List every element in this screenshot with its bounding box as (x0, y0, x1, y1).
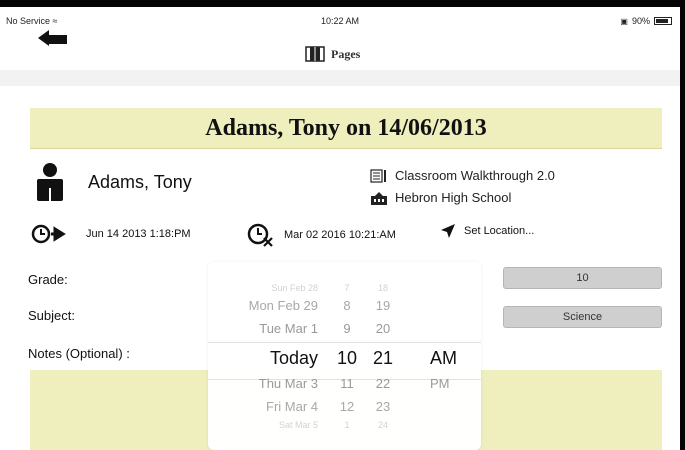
back-button[interactable] (35, 27, 71, 49)
screen-lock-icon: ▣ (620, 16, 628, 26)
start-time-row[interactable]: Jun 14 2013 1:18:PM (30, 223, 191, 245)
end-clock-icon (247, 223, 273, 247)
banner-title: Adams, Tony on 14/06/2013 (205, 114, 487, 141)
picker-date-option[interactable]: Mon Feb 29 (208, 298, 318, 313)
picker-minute-option[interactable]: 20 (368, 321, 398, 336)
picker-minute-option[interactable]: 19 (368, 298, 398, 313)
picker-hour-option[interactable]: 12 (332, 399, 362, 414)
observation-banner: Adams, Tony on 14/06/2013 (30, 108, 662, 149)
battery-icon (654, 17, 672, 25)
picker-hour-option[interactable]: 7 (332, 283, 362, 293)
set-location-button[interactable]: Set Location... (440, 223, 534, 239)
picker-date-option[interactable]: Tue Mar 1 (208, 321, 318, 336)
picker-date-option[interactable]: Sun Feb 28 (208, 283, 318, 293)
picker-minute-option[interactable]: 18 (368, 283, 398, 293)
form-icon (370, 168, 386, 183)
picker-ampm-selected[interactable]: AM (430, 348, 466, 369)
battery-status: ▣ 90% (620, 16, 672, 26)
status-bar: No Service ≈ 10:22 AM ▣ 90% (0, 13, 680, 31)
person-icon (37, 163, 63, 201)
start-time: Jun 14 2013 1:18:PM (86, 228, 191, 240)
picker-hour-selected[interactable]: 10 (332, 348, 362, 369)
end-time-row[interactable]: Mar 02 2016 10:21:AM (246, 223, 396, 247)
nav-title: Pages (331, 46, 361, 61)
picker-date-option[interactable]: Sat Mar 5 (208, 420, 318, 430)
top-frame (0, 0, 685, 7)
grade-select-button[interactable]: 10 (503, 267, 662, 289)
navbar-divider (0, 70, 680, 86)
picker-date-option[interactable]: Thu Mar 3 (208, 376, 318, 391)
date-time-picker[interactable]: Sun Feb 28 Mon Feb 29 Tue Mar 1 Today Th… (208, 262, 481, 450)
right-frame (680, 0, 685, 450)
pages-button[interactable]: Pages (305, 46, 360, 62)
set-location-label: Set Location... (464, 225, 535, 237)
subject-select-button[interactable]: Science (503, 306, 662, 328)
status-time: 10:22 AM (320, 16, 360, 26)
school-name: Hebron High School (395, 190, 512, 205)
back-arrow-icon (38, 30, 67, 46)
picker-minute-option[interactable]: 22 (368, 376, 398, 391)
picker-hour-option[interactable]: 11 (332, 376, 362, 391)
school-icon (371, 191, 387, 205)
picker-hour-option[interactable]: 1 (332, 420, 362, 430)
picker-minute-option[interactable]: 24 (368, 420, 398, 430)
location-arrow-icon (441, 224, 455, 238)
end-time: Mar 02 2016 10:21:AM (284, 229, 396, 241)
teacher-name: Adams, Tony (88, 172, 192, 192)
picker-date-selected[interactable]: Today (208, 348, 318, 369)
grade-label: Grade: (28, 272, 68, 287)
form-name: Classroom Walkthrough 2.0 (395, 168, 555, 183)
battery-percent: 90% (631, 16, 650, 26)
picker-minute-option[interactable]: 23 (368, 399, 398, 414)
picker-minute-selected[interactable]: 21 (368, 348, 398, 369)
subject-label: Subject: (28, 308, 75, 323)
picker-date-option[interactable]: Fri Mar 4 (208, 399, 318, 414)
picker-hour-option[interactable]: 9 (332, 321, 362, 336)
picker-ampm-option[interactable]: PM (430, 376, 466, 391)
school-row: Hebron High School (370, 190, 511, 205)
book-icon (305, 46, 325, 62)
notes-label: Notes (Optional) : (28, 346, 130, 361)
picker-hour-option[interactable]: 8 (332, 298, 362, 313)
start-clock-icon (31, 224, 66, 244)
form-name-row: Classroom Walkthrough 2.0 (370, 168, 555, 183)
